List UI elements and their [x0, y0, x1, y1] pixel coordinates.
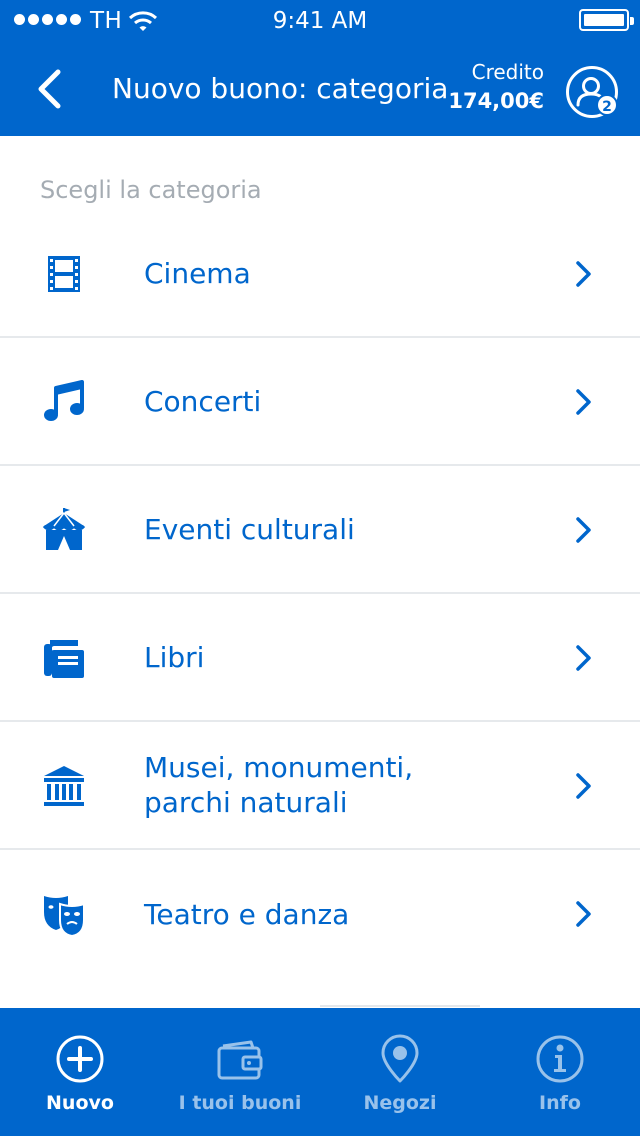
category-label: Musei, monumenti, parchi naturali: [144, 751, 414, 819]
profile-count-badge: 2: [596, 94, 618, 116]
tab-label: Info: [539, 1092, 581, 1114]
category-row-musei[interactable]: Musei, monumenti, parchi naturali: [0, 722, 640, 850]
scroll-indicator: [320, 1005, 480, 1007]
film-icon: [48, 256, 80, 292]
top-bar: TH 9:41 AM Nuovo buono: categoria Credit…: [0, 0, 640, 136]
theater-masks-icon: [44, 896, 85, 938]
battery-icon: [579, 9, 634, 31]
category-label: Cinema: [144, 256, 251, 290]
status-bar: TH 9:41 AM: [0, 0, 640, 42]
museum-icon: [44, 766, 84, 806]
tab-bar: Nuovo I tuoi buoni Negozi Info: [0, 1008, 640, 1136]
chevron-right-icon: [576, 901, 591, 927]
tab-label: Negozi: [363, 1092, 437, 1114]
section-label: Scegli la categoria: [40, 176, 262, 204]
chevron-right-icon: [576, 517, 591, 543]
category-list: Cinema Concerti Eventi culturali Libri M…: [0, 210, 640, 978]
back-chevron-icon[interactable]: [32, 68, 66, 110]
category-row-concerti[interactable]: Concerti: [0, 338, 640, 466]
credit-value: 174,00€: [448, 89, 544, 113]
category-label: Concerti: [144, 384, 262, 418]
page-title: Nuovo buono: categoria: [112, 72, 449, 105]
tab-info[interactable]: Info: [480, 1008, 640, 1136]
category-row-eventi-culturali[interactable]: Eventi culturali: [0, 466, 640, 594]
category-label: Eventi culturali: [144, 512, 355, 546]
category-row-teatro[interactable]: Teatro e danza: [0, 850, 640, 978]
chevron-right-icon: [576, 773, 591, 799]
credit-label: Credito: [471, 60, 544, 84]
chevron-right-icon: [576, 389, 591, 415]
circus-tent-icon: [42, 508, 86, 550]
wallet-icon: [217, 1040, 263, 1080]
category-row-libri[interactable]: Libri: [0, 594, 640, 722]
info-icon: [536, 1035, 584, 1083]
map-pin-icon: [381, 1034, 419, 1083]
tab-label: Nuovo: [46, 1092, 114, 1114]
tab-nuovo[interactable]: Nuovo: [0, 1008, 160, 1136]
plus-circle-icon: [56, 1035, 104, 1083]
tab-i-tuoi-buoni[interactable]: I tuoi buoni: [160, 1008, 320, 1136]
category-row-cinema[interactable]: Cinema: [0, 210, 640, 338]
profile-button[interactable]: 2: [566, 66, 618, 118]
tab-negozi[interactable]: Negozi: [320, 1008, 480, 1136]
category-label: Teatro e danza: [144, 897, 350, 931]
books-icon: [44, 640, 84, 678]
chevron-right-icon: [576, 645, 591, 671]
status-time: 9:41 AM: [272, 8, 368, 34]
chevron-right-icon: [576, 261, 591, 287]
category-label: Libri: [144, 640, 205, 674]
tab-label: I tuoi buoni: [178, 1092, 302, 1114]
music-note-icon: [44, 380, 84, 421]
